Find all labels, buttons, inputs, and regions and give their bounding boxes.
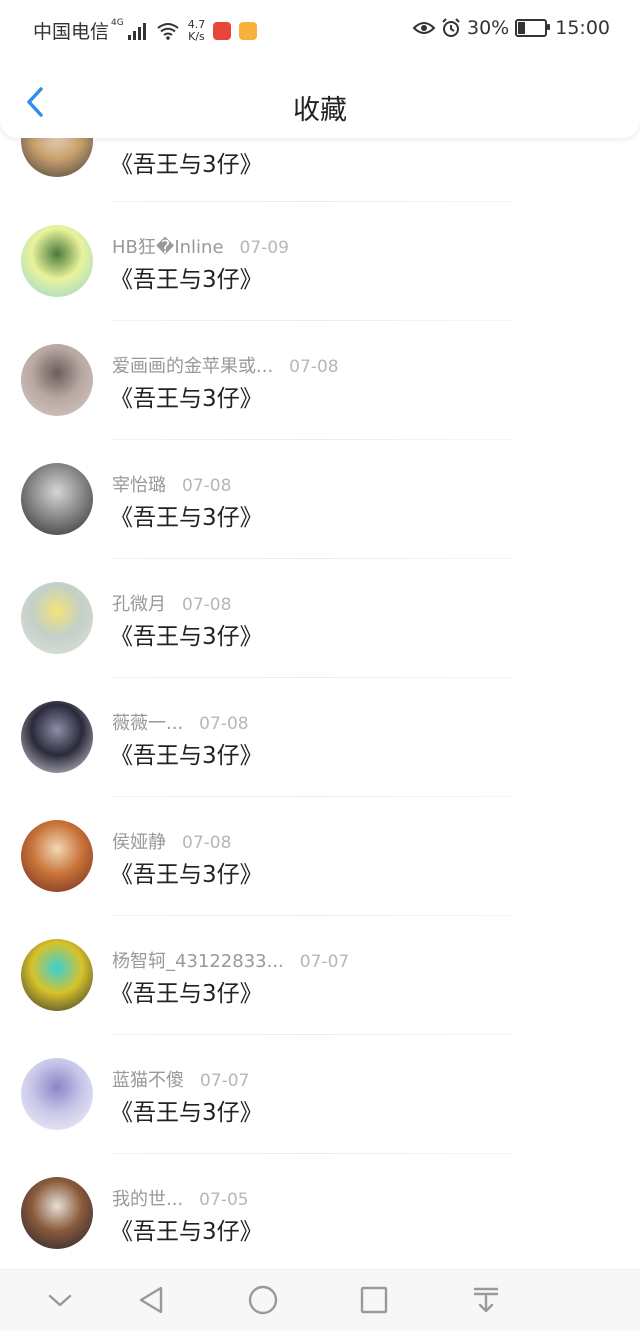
- book-title[interactable]: 《吾王与3仔》: [110, 1212, 263, 1246]
- wifi-icon: [157, 22, 179, 40]
- user-name[interactable]: 蓝猫不傻 07-07: [112, 1066, 249, 1092]
- favorite-date: 07-07: [200, 1071, 250, 1091]
- user-name[interactable]: 杨智轲_43122833... 07-07: [112, 947, 349, 973]
- book-title[interactable]: 《吾王与3仔》: [110, 145, 263, 179]
- favorite-date: 07-07: [299, 952, 350, 972]
- book-title[interactable]: 《吾王与3仔》: [110, 260, 263, 294]
- avatar[interactable]: [21, 1058, 93, 1130]
- home-circle-icon[interactable]: [247, 1284, 279, 1316]
- network-speed: 4.7 K/s: [187, 17, 206, 43]
- avatar[interactable]: [21, 939, 93, 1011]
- book-title[interactable]: 《吾王与3仔》: [110, 498, 263, 532]
- user-name-text[interactable]: 爱画画的金苹果或...: [112, 356, 273, 377]
- book-title[interactable]: 《吾王与3仔》: [110, 974, 263, 1008]
- page-title: 收藏: [293, 95, 347, 126]
- favorite-date: 07-09: [239, 238, 289, 258]
- alarm-icon: [442, 18, 460, 37]
- avatar[interactable]: [21, 582, 93, 654]
- favorite-date: 07-08: [199, 714, 249, 734]
- notification-pull-icon[interactable]: [470, 1284, 502, 1316]
- favorite-date: 07-08: [182, 476, 232, 496]
- user-name[interactable]: 薇薇一... 07-08: [112, 709, 249, 735]
- favorite-date: 07-08: [289, 357, 339, 377]
- list-item[interactable]: 孔微月 07-08 《吾王与3仔》: [0, 559, 640, 678]
- message-notification-icon: [239, 21, 258, 40]
- user-name[interactable]: 孔微月 07-08: [112, 590, 231, 616]
- user-name-text[interactable]: 蓝猫不傻: [112, 1070, 184, 1091]
- clock: 15:00: [555, 17, 610, 39]
- user-name-text[interactable]: 宰怡璐: [112, 475, 166, 496]
- favorite-date: 07-08: [182, 595, 232, 615]
- user-name[interactable]: HB狂�Inline 07-09: [112, 233, 289, 259]
- list-item[interactable]: 爱画画的金苹果或... 07-08 《吾王与3仔》: [0, 321, 640, 440]
- avatar[interactable]: [21, 701, 93, 773]
- carrier-label: 中国电信: [33, 21, 110, 43]
- status-right: 30% 15:00: [413, 17, 610, 39]
- list-item[interactable]: 薇薇一... 07-08 《吾王与3仔》: [0, 678, 640, 797]
- user-name[interactable]: 我的世... 07-05: [112, 1185, 249, 1211]
- user-name[interactable]: 宰怡璐 07-08: [112, 471, 231, 497]
- collapse-icon[interactable]: [44, 1284, 76, 1316]
- back-triangle-icon[interactable]: [135, 1284, 167, 1316]
- book-title[interactable]: 《吾王与3仔》: [110, 617, 263, 651]
- user-name-text[interactable]: 我的世...: [112, 1189, 183, 1210]
- avatar[interactable]: [21, 344, 93, 416]
- avatar[interactable]: [21, 820, 93, 892]
- system-nav-bar: [0, 1269, 640, 1331]
- list-item[interactable]: 杨智轲_43122833... 07-07 《吾王与3仔》: [0, 916, 640, 1035]
- network-type: 4G: [111, 17, 124, 28]
- list-item[interactable]: 侯娅静 07-08 《吾王与3仔》: [0, 797, 640, 916]
- user-name-text[interactable]: 薇薇一...: [112, 713, 183, 734]
- speed-unit: K/s: [188, 29, 205, 43]
- battery-icon: [515, 19, 551, 37]
- app-notification-icon: [213, 21, 232, 40]
- battery-percent: 30%: [467, 17, 510, 39]
- avatar[interactable]: [21, 463, 93, 535]
- book-title[interactable]: 《吾王与3仔》: [110, 379, 263, 413]
- user-name[interactable]: 侯娅静 07-08: [112, 828, 231, 854]
- list-item[interactable]: 宰怡璐 07-08 《吾王与3仔》: [0, 440, 640, 559]
- avatar[interactable]: [21, 1177, 93, 1249]
- user-name[interactable]: 爱画画的金苹果或... 07-08: [112, 352, 339, 378]
- cell-signal-icon: [127, 22, 148, 40]
- list-item[interactable]: 我的世... 07-05 《吾王与3仔》: [0, 1154, 640, 1273]
- app-header: 收藏: [0, 60, 640, 138]
- status-left: 中国电信 4G 4.7 K/s: [33, 17, 258, 44]
- eye-comfort-icon: [413, 22, 435, 34]
- book-title[interactable]: 《吾王与3仔》: [110, 1093, 263, 1127]
- favorites-list: 《吾王与3仔》 HB狂�Inline 07-09 《吾王与3仔》 爱画画的金苹果或...…: [0, 100, 640, 1273]
- list-item[interactable]: 蓝猫不傻 07-07 《吾王与3仔》: [0, 1035, 640, 1154]
- recents-square-icon[interactable]: [358, 1284, 390, 1316]
- user-name-text[interactable]: HB狂�Inline: [112, 237, 224, 258]
- book-title[interactable]: 《吾王与3仔》: [110, 736, 263, 770]
- user-name-text[interactable]: 侯娅静: [112, 832, 166, 853]
- list-item[interactable]: HB狂�Inline 07-09 《吾王与3仔》: [0, 202, 640, 321]
- favorite-date: 07-05: [199, 1190, 249, 1210]
- status-bar: 中国电信 4G 4.7 K/s 30% 15:00: [0, 0, 640, 60]
- user-name-text[interactable]: 孔微月: [112, 594, 166, 615]
- favorite-date: 07-08: [182, 833, 232, 853]
- book-title[interactable]: 《吾王与3仔》: [110, 855, 263, 889]
- user-name-text[interactable]: 杨智轲_43122833...: [112, 951, 284, 972]
- speed-value: 4.7: [187, 17, 206, 31]
- avatar[interactable]: [21, 225, 93, 297]
